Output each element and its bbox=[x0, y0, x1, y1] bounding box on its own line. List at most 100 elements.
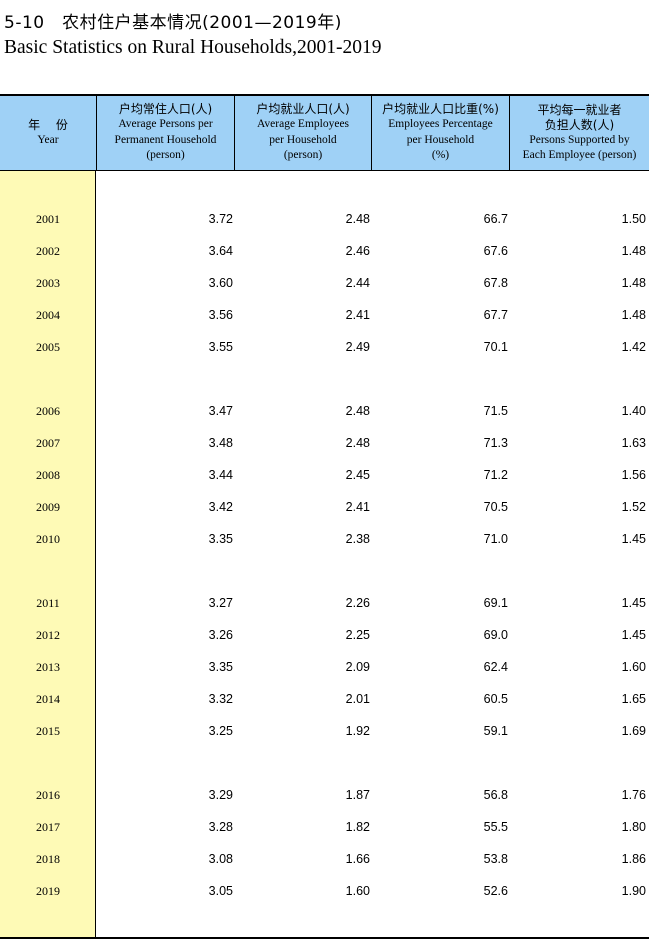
cell-year: 2007 bbox=[36, 436, 60, 450]
cell-persons-supported: 1.52 bbox=[621, 500, 646, 514]
table-row: 2007 3.48 2.48 71.3 1.63 bbox=[0, 433, 649, 453]
table-row: 2009 3.42 2.41 70.5 1.52 bbox=[0, 497, 649, 517]
table-row: 2017 3.28 1.82 55.5 1.80 bbox=[0, 817, 649, 837]
cell-avg-persons: 3.27 bbox=[208, 596, 233, 610]
header-employee-pct-cn: 户均就业人口比重(%) bbox=[382, 102, 499, 117]
cell-year: 2001 bbox=[36, 212, 60, 226]
cell-avg-persons: 3.44 bbox=[208, 468, 233, 482]
cell-avg-employees: 2.26 bbox=[345, 596, 370, 610]
table-row: 2014 3.32 2.01 60.5 1.65 bbox=[0, 689, 649, 709]
cell-employee-pct: 55.5 bbox=[483, 820, 508, 834]
table-header: 年 份 Year 户均常住人口(人) Average Persons per P… bbox=[0, 96, 649, 171]
cell-year: 2010 bbox=[36, 532, 60, 546]
cell-year: 2011 bbox=[36, 596, 60, 610]
cell-persons-supported: 1.86 bbox=[621, 852, 646, 866]
cell-avg-persons: 3.47 bbox=[208, 404, 233, 418]
cell-year: 2019 bbox=[36, 884, 60, 898]
cell-persons-supported: 1.69 bbox=[621, 724, 646, 738]
cell-year: 2005 bbox=[36, 340, 60, 354]
cell-avg-employees: 2.41 bbox=[345, 308, 370, 322]
cell-avg-employees: 2.09 bbox=[345, 660, 370, 674]
cell-year: 2008 bbox=[36, 468, 60, 482]
table-row: 2005 3.55 2.49 70.1 1.42 bbox=[0, 337, 649, 357]
cell-persons-supported: 1.48 bbox=[621, 276, 646, 290]
cell-employee-pct: 62.4 bbox=[483, 660, 508, 674]
header-avg-persons-en-3: (person) bbox=[146, 149, 185, 162]
cell-employee-pct: 70.5 bbox=[483, 500, 508, 514]
table-row: 2012 3.26 2.25 69.0 1.45 bbox=[0, 625, 649, 645]
header-employee-pct-en-2: per Household bbox=[406, 133, 475, 146]
header-year-cn: 年 份 bbox=[28, 117, 74, 132]
header-year-en: Year bbox=[37, 133, 59, 146]
header-year: 年 份 Year bbox=[0, 96, 96, 170]
cell-persons-supported: 1.40 bbox=[621, 404, 646, 418]
cell-avg-persons: 3.35 bbox=[208, 532, 233, 546]
cell-avg-employees: 1.87 bbox=[345, 788, 370, 802]
cell-employee-pct: 56.8 bbox=[483, 788, 508, 802]
cell-year: 2006 bbox=[36, 404, 60, 418]
cell-year: 2002 bbox=[36, 244, 60, 258]
cell-employee-pct: 67.8 bbox=[483, 276, 508, 290]
cell-avg-employees: 2.49 bbox=[345, 340, 370, 354]
cell-year: 2012 bbox=[36, 628, 60, 642]
table-row: 2010 3.35 2.38 71.0 1.45 bbox=[0, 529, 649, 549]
cell-persons-supported: 1.45 bbox=[621, 532, 646, 546]
cell-year: 2016 bbox=[36, 788, 60, 802]
cell-avg-employees: 2.45 bbox=[345, 468, 370, 482]
cell-avg-persons: 3.26 bbox=[208, 628, 233, 642]
header-persons-supported-en-1: Persons Supported by bbox=[529, 133, 630, 146]
cell-employee-pct: 71.3 bbox=[483, 436, 508, 450]
cell-avg-persons: 3.08 bbox=[208, 852, 233, 866]
cell-employee-pct: 71.0 bbox=[483, 532, 508, 546]
header-avg-persons-en-1: Average Persons per bbox=[118, 118, 213, 131]
cell-avg-persons: 3.42 bbox=[208, 500, 233, 514]
header-employee-pct: 户均就业人口比重(%) Employees Percentage per Hou… bbox=[371, 96, 509, 170]
table-row: 2008 3.44 2.45 71.2 1.56 bbox=[0, 465, 649, 485]
cell-employee-pct: 52.6 bbox=[483, 884, 508, 898]
table-row: 2015 3.25 1.92 59.1 1.69 bbox=[0, 721, 649, 741]
cell-persons-supported: 1.63 bbox=[621, 436, 646, 450]
cell-persons-supported: 1.45 bbox=[621, 596, 646, 610]
table-row: 2018 3.08 1.66 53.8 1.86 bbox=[0, 849, 649, 869]
table-title-en: Basic Statistics on Rural Households,200… bbox=[4, 37, 382, 58]
header-avg-persons-cn: 户均常住人口(人) bbox=[118, 102, 213, 117]
table-row: 2011 3.27 2.26 69.1 1.45 bbox=[0, 593, 649, 613]
cell-avg-employees: 1.60 bbox=[345, 884, 370, 898]
cell-persons-supported: 1.56 bbox=[621, 468, 646, 482]
cell-persons-supported: 1.76 bbox=[621, 788, 646, 802]
cell-employee-pct: 69.0 bbox=[483, 628, 508, 642]
cell-avg-employees: 2.41 bbox=[345, 500, 370, 514]
table-row: 2002 3.64 2.46 67.6 1.48 bbox=[0, 241, 649, 261]
cell-persons-supported: 1.50 bbox=[621, 212, 646, 226]
cell-employee-pct: 69.1 bbox=[483, 596, 508, 610]
cell-persons-supported: 1.90 bbox=[621, 884, 646, 898]
cell-year: 2018 bbox=[36, 852, 60, 866]
cell-avg-employees: 2.48 bbox=[345, 436, 370, 450]
cell-avg-persons: 3.48 bbox=[208, 436, 233, 450]
table-row: 2001 3.72 2.48 66.7 1.50 bbox=[0, 209, 649, 229]
header-persons-supported-en-2: Each Employee (person) bbox=[522, 149, 637, 161]
cell-avg-persons: 3.05 bbox=[208, 884, 233, 898]
header-avg-employees: 户均就业人口(人) Average Employees per Househol… bbox=[234, 96, 371, 170]
cell-persons-supported: 1.80 bbox=[621, 820, 646, 834]
table-row: 2006 3.47 2.48 71.5 1.40 bbox=[0, 401, 649, 421]
cell-avg-employees: 1.66 bbox=[345, 852, 370, 866]
cell-employee-pct: 71.2 bbox=[483, 468, 508, 482]
bottom-rule bbox=[0, 937, 649, 939]
cell-avg-persons: 3.64 bbox=[208, 244, 233, 258]
table-row: 2003 3.60 2.44 67.8 1.48 bbox=[0, 273, 649, 293]
table-title-cn: 5-10 农村住户基本情况(2001—2019年) bbox=[4, 13, 342, 33]
header-avg-employees-en-1: Average Employees bbox=[256, 118, 350, 131]
cell-persons-supported: 1.45 bbox=[621, 628, 646, 642]
cell-year: 2009 bbox=[36, 500, 60, 514]
cell-employee-pct: 53.8 bbox=[483, 852, 508, 866]
header-avg-persons: 户均常住人口(人) Average Persons per Permanent … bbox=[96, 96, 234, 170]
cell-persons-supported: 1.48 bbox=[621, 244, 646, 258]
cell-avg-persons: 3.72 bbox=[208, 212, 233, 226]
cell-employee-pct: 66.7 bbox=[483, 212, 508, 226]
cell-avg-persons: 3.55 bbox=[208, 340, 233, 354]
cell-persons-supported: 1.60 bbox=[621, 660, 646, 674]
header-employee-pct-en-3: (%) bbox=[431, 149, 450, 162]
cell-persons-supported: 1.65 bbox=[621, 692, 646, 706]
cell-avg-employees: 2.46 bbox=[345, 244, 370, 258]
